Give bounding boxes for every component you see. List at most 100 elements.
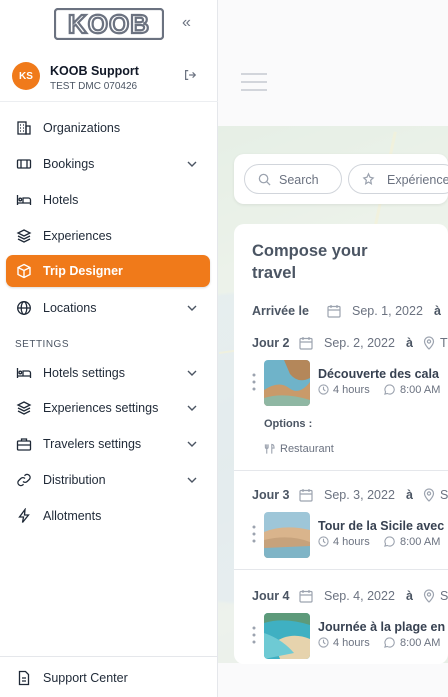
experience-filter-label: Expérience <box>387 173 448 187</box>
sidebar-item-label: Hotels settings <box>43 366 125 380</box>
svg-text:KOOB: KOOB <box>68 9 150 39</box>
sidebar-item-locations[interactable]: Locations <box>6 292 210 324</box>
chevron-down-icon <box>187 441 197 447</box>
compose-travel-panel: Compose your travel Arrivée le Sep. 1, 2… <box>234 224 448 664</box>
day-a: à <box>406 336 413 350</box>
layers-icon <box>16 401 32 415</box>
activity-thumbnail[interactable] <box>264 360 310 406</box>
day-date[interactable]: Sep. 2, 2022 <box>324 336 395 350</box>
search-input[interactable]: Search <box>244 164 342 194</box>
avatar: KS <box>12 62 40 90</box>
search-placeholder: Search <box>279 173 319 187</box>
panel-title: Compose your travel <box>252 240 392 284</box>
support-center-item[interactable]: Support Center <box>6 666 210 690</box>
calendar-icon <box>327 305 341 318</box>
day-date[interactable]: Sep. 3, 2022 <box>324 488 395 502</box>
chat-icon <box>384 637 395 648</box>
logo-row: KOOB « <box>0 0 218 48</box>
user-organization: TEST DMC 070426 <box>50 81 138 92</box>
chevron-down-icon <box>187 370 197 376</box>
sidebar-item-organizations[interactable]: Organizations <box>6 112 210 144</box>
sidebar-item-distribution[interactable]: Distribution <box>6 464 210 496</box>
arrival-label: Arrivée le <box>252 304 309 318</box>
sparkle-icon <box>362 172 375 185</box>
main-content: Search Expérience Compose your travel Ar… <box>218 0 448 697</box>
clock-icon <box>318 637 329 648</box>
calendar-icon <box>299 337 313 350</box>
option-item: Restaurant <box>280 443 334 455</box>
sidebar-item-label: Trip Designer <box>43 264 123 278</box>
location-pin-icon <box>423 488 435 502</box>
drag-handle-icon[interactable] <box>252 625 256 645</box>
drag-handle-icon[interactable] <box>252 524 256 544</box>
search-card: Search Expérience <box>234 154 448 204</box>
drag-handle-icon[interactable] <box>252 372 256 392</box>
chevron-down-icon <box>187 305 197 311</box>
activity-title[interactable]: Découverte des cala <box>318 367 439 381</box>
sidebar-item-allotments[interactable]: Allotments <box>6 500 210 532</box>
document-icon <box>18 670 30 686</box>
activity-duration: 4 hours <box>333 384 370 396</box>
activity-time: 8:00 AM <box>400 384 441 396</box>
activity-duration: 4 hours <box>333 637 370 649</box>
day-label: Jour 2 <box>252 336 290 350</box>
sidebar-item-label: Hotels <box>43 193 79 207</box>
cube-icon <box>17 263 31 279</box>
bed-icon <box>16 195 32 205</box>
user-profile[interactable]: KS KOOB Support TEST DMC 070426 <box>0 56 218 102</box>
arrival-date[interactable]: Sep. 1, 2022 <box>352 304 423 318</box>
sidebar-item-experiences-settings[interactable]: Experiences settings <box>6 392 210 424</box>
sidebar-item-hotels[interactable]: Hotels <box>6 184 210 216</box>
panel-title-line1: Compose your <box>252 242 368 260</box>
settings-section-title: SETTINGS <box>15 339 70 350</box>
experience-filter-button[interactable]: Expérience <box>348 164 448 194</box>
day-place: T <box>440 336 448 350</box>
sidebar-item-hotels-settings[interactable]: Hotels settings <box>6 357 210 389</box>
collapse-sidebar-icon[interactable]: « <box>182 14 191 32</box>
chat-icon <box>384 536 395 547</box>
sidebar-item-travelers-settings[interactable]: Travelers settings <box>6 428 210 460</box>
activity-thumbnail[interactable] <box>264 512 310 558</box>
activity-title[interactable]: Journée à la plage en <box>318 620 445 634</box>
support-center-label: Support Center <box>43 671 128 685</box>
bolt-icon <box>18 508 30 523</box>
building-icon <box>17 121 31 135</box>
briefcase-icon <box>16 438 32 451</box>
activity-time: 8:00 AM <box>400 536 441 548</box>
ticket-icon <box>16 159 32 169</box>
search-icon <box>258 173 271 186</box>
activity-time: 8:00 AM <box>400 637 441 649</box>
sidebar-item-label: Locations <box>43 301 97 315</box>
globe-icon <box>17 301 31 315</box>
koob-logo[interactable]: KOOB <box>54 8 164 40</box>
logout-icon[interactable] <box>183 68 197 82</box>
divider <box>234 569 448 570</box>
options-label: Options : <box>264 418 313 430</box>
sidebar-item-label: Bookings <box>43 157 95 171</box>
fork-knife-icon <box>264 443 275 454</box>
calendar-icon <box>299 590 313 603</box>
sidebar-item-label: Travelers settings <box>43 437 142 451</box>
day-a: à <box>406 488 413 502</box>
chevron-down-icon <box>187 405 197 411</box>
day-label: Jour 4 <box>252 589 290 603</box>
sidebar-item-experiences[interactable]: Experiences <box>6 220 210 252</box>
bed-icon <box>16 368 32 378</box>
user-name: KOOB Support <box>50 64 139 78</box>
sidebar-item-label: Experiences <box>43 229 112 243</box>
sidebar-item-trip-designer[interactable]: Trip Designer <box>6 255 210 287</box>
location-pin-icon <box>423 336 435 350</box>
sidebar-item-bookings[interactable]: Bookings <box>6 148 210 180</box>
sidebar-item-label: Allotments <box>43 509 102 523</box>
chat-icon <box>384 384 395 395</box>
activity-thumbnail[interactable] <box>264 613 310 659</box>
activity-title[interactable]: Tour de la Sicile avec <box>318 519 444 533</box>
day-date[interactable]: Sep. 4, 2022 <box>324 589 395 603</box>
sidebar: KOOB « KS KOOB Support TEST DMC 070426 O… <box>0 0 218 697</box>
support-center-link[interactable]: Support Center <box>0 656 218 697</box>
calendar-icon <box>299 489 313 502</box>
arrival-a: à <box>434 304 441 318</box>
clock-icon <box>318 536 329 547</box>
divider <box>234 470 448 471</box>
day-label: Jour 3 <box>252 488 290 502</box>
